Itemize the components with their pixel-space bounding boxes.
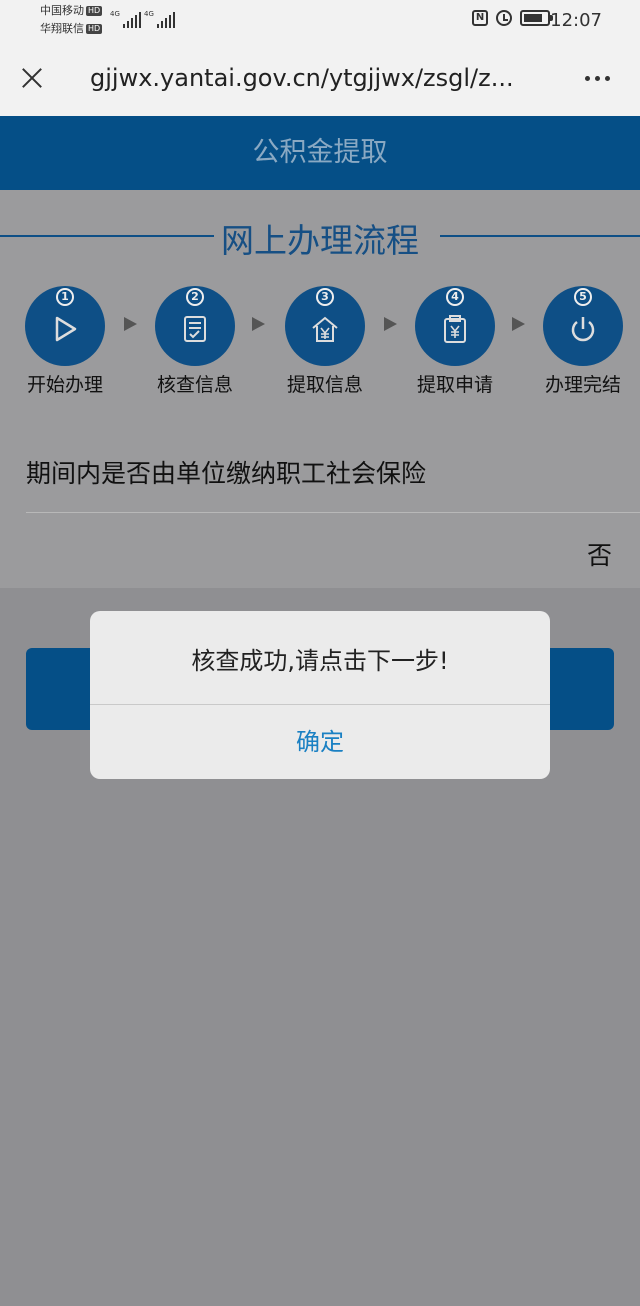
status-bar: 中国移动 HD 华翔联信 HD 4G 4G N 12:07 (0, 0, 640, 40)
signal-strength-icon: 4G (110, 10, 141, 28)
step-complete: 5 办理完结 (528, 286, 638, 397)
power-icon (571, 317, 595, 342)
dialog-message: 核查成功,请点击下一步! (191, 647, 449, 675)
process-section: 网上办理流程 1 开始办理 2 核查信息 3 提取信息 4 提取申请 5 办理完… (0, 190, 640, 400)
url-bar[interactable]: gjjwx.yantai.gov.cn/ytgjjwx/zsgl/z... (90, 64, 540, 92)
confirm-button[interactable]: 确定 (90, 705, 550, 779)
house-yuan-icon (312, 316, 338, 342)
step-withdraw-info: 3 提取信息 (270, 286, 380, 397)
arrow-right-icon (512, 317, 525, 331)
question-panel: 期间内是否由单位缴纳职工社会保险 否 (0, 400, 640, 588)
signal-strength-icon: 4G (144, 10, 175, 28)
process-title: 网上办理流程 (221, 221, 419, 260)
arrow-right-icon (252, 317, 265, 331)
more-menu-icon[interactable] (585, 76, 610, 81)
step-withdraw-apply: 4 提取申请 (400, 286, 510, 397)
arrow-right-icon (384, 317, 397, 331)
clock: 12:07 (550, 10, 602, 31)
carrier-1: 中国移动 HD (40, 4, 103, 17)
step-verify: 2 核查信息 (140, 286, 250, 397)
battery-icon (520, 10, 553, 26)
play-icon (55, 316, 77, 342)
close-icon[interactable] (14, 60, 50, 96)
step-start: 1 开始办理 (10, 286, 120, 397)
alarm-icon (496, 10, 512, 26)
arrow-right-icon (124, 317, 137, 331)
question-label: 期间内是否由单位缴纳职工社会保险 (26, 459, 427, 488)
divider-line (26, 512, 640, 513)
checklist-icon (184, 316, 206, 342)
alert-dialog: 核查成功,请点击下一步! 确定 (90, 611, 550, 779)
carrier-2: 华翔联信 HD (40, 22, 103, 35)
clipboard-yuan-icon (444, 315, 466, 343)
answer-value[interactable]: 否 (587, 536, 612, 572)
nfc-icon: N (472, 10, 488, 26)
browser-toolbar: gjjwx.yantai.gov.cn/ytgjjwx/zsgl/z... (0, 40, 640, 116)
page-title: 公积金提取 (0, 116, 640, 190)
